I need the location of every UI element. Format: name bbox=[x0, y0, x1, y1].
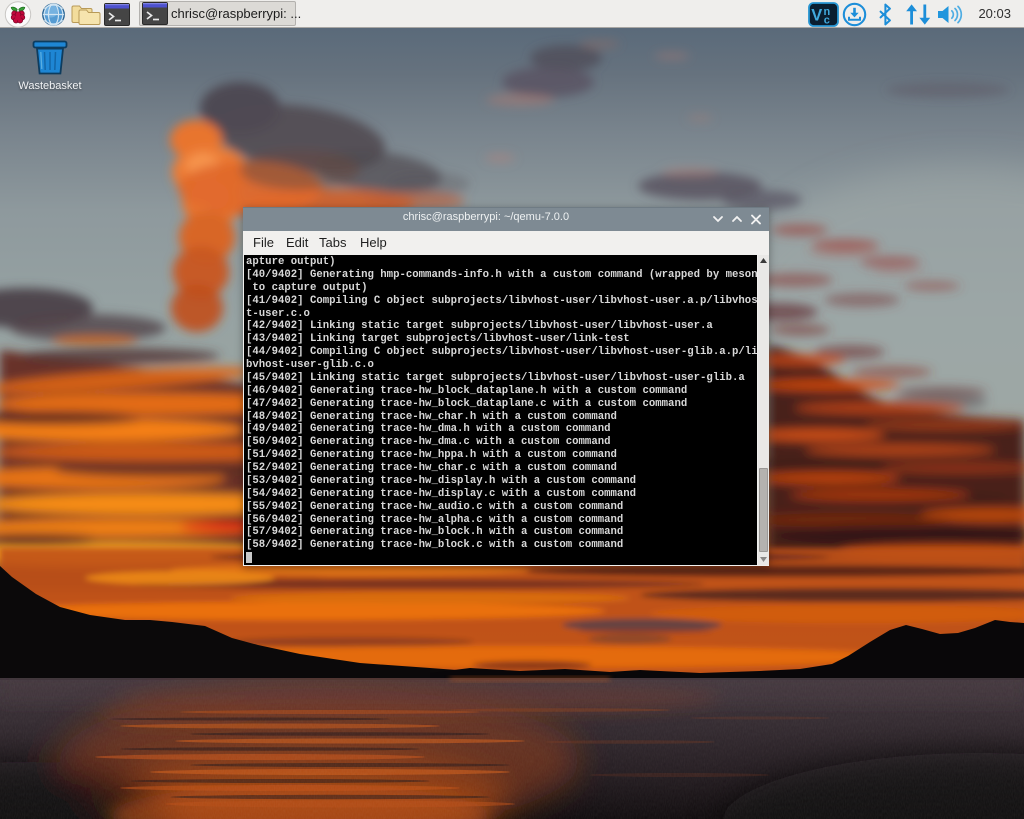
svg-text:V: V bbox=[811, 7, 822, 25]
svg-text:c: c bbox=[824, 15, 830, 27]
